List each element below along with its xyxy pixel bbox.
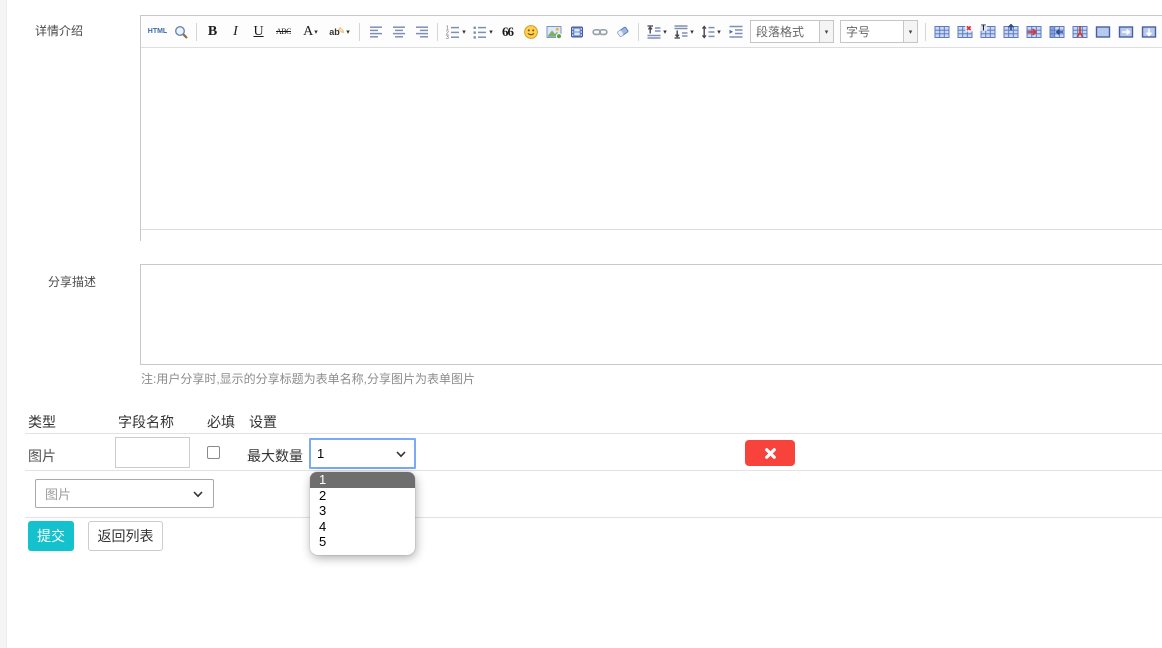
table-col-left-icon[interactable] — [1045, 20, 1068, 44]
cell-arrow-down-icon[interactable] — [1137, 20, 1160, 44]
divider — [25, 433, 1162, 434]
table-split-cell-icon[interactable] — [1068, 20, 1091, 44]
col-header-settings: 设置 — [249, 412, 277, 432]
unordered-list-icon[interactable]: ▾ — [469, 20, 496, 44]
toolbar-separator — [437, 23, 438, 41]
svg-text:T: T — [981, 24, 986, 33]
dropdown-option[interactable]: 1 — [310, 472, 415, 488]
col-header-name: 字段名称 — [118, 412, 174, 432]
detail-intro-label: 详情介绍 — [35, 22, 83, 39]
field-type-select-value: 图片 — [45, 484, 71, 503]
margin-top-icon[interactable]: ▾ — [643, 20, 670, 44]
editor-statusbar — [141, 229, 1162, 241]
margin-bottom-icon[interactable]: ▾ — [670, 20, 697, 44]
share-note: 注:用户分享时,显示的分享标题为表单名称,分享图片为表单图片 — [141, 370, 475, 387]
col-header-type: 类型 — [28, 412, 56, 432]
svg-text:3: 3 — [446, 35, 449, 40]
font-color-icon[interactable]: A▾ — [297, 20, 324, 44]
max-count-label: 最大数量 — [247, 446, 303, 466]
toolbar-separator — [359, 23, 360, 41]
editor-toolbar: HTMLBIUABCA▾ab✎▾123▾▾66▾▾▾段落格式▾字号▾T — [141, 16, 1162, 48]
field-name-input[interactable] — [115, 437, 190, 468]
back-to-list-button[interactable]: 返回列表 — [88, 521, 163, 551]
bold-icon[interactable]: B — [201, 20, 224, 44]
align-left-icon[interactable] — [364, 20, 387, 44]
editor-content-area[interactable] — [141, 48, 1162, 229]
share-desc-textarea[interactable] — [140, 264, 1162, 365]
font-size-label: 字号 — [841, 21, 903, 42]
dropdown-option[interactable]: 5 — [310, 534, 415, 550]
col-header-required: 必填 — [207, 412, 235, 432]
table-delete-icon[interactable] — [953, 20, 976, 44]
select-dropdown-popup: 12345 — [310, 472, 415, 555]
divider — [25, 517, 1162, 518]
toolbar-separator — [196, 23, 197, 41]
chevron-down-icon[interactable]: ▾ — [819, 21, 833, 42]
table-insert-icon[interactable] — [930, 20, 953, 44]
cell-full-icon[interactable] — [1091, 20, 1114, 44]
chevron-down-icon — [193, 491, 203, 498]
preview-icon[interactable] — [169, 20, 192, 44]
page: 详情介绍 HTMLBIUABCA▾ab✎▾123▾▾66▾▾▾段落格式▾字号▾T… — [0, 0, 1162, 648]
max-count-select[interactable]: 1 — [309, 438, 416, 469]
required-checkbox[interactable] — [207, 446, 220, 459]
paragraph-format-label: 段落格式 — [751, 21, 819, 42]
underline-icon[interactable]: U — [247, 20, 270, 44]
dropdown-option[interactable]: 4 — [310, 519, 415, 535]
font-size-combobox[interactable]: 字号▾ — [840, 20, 918, 43]
field-type-select[interactable]: 图片 — [35, 479, 214, 508]
dropdown-option[interactable]: 2 — [310, 488, 415, 504]
highlight-color-icon[interactable]: ab✎▾ — [324, 20, 355, 44]
share-desc-label: 分享描述 — [48, 273, 96, 290]
image-icon[interactable] — [542, 20, 565, 44]
media-icon[interactable] — [565, 20, 588, 44]
chevron-down-icon[interactable]: ▾ — [903, 21, 917, 42]
strikethrough-icon[interactable]: ABC — [270, 20, 297, 44]
ordered-list-icon[interactable]: 123▾ — [442, 20, 469, 44]
table-pin-top-icon[interactable] — [999, 20, 1022, 44]
align-center-icon[interactable] — [387, 20, 410, 44]
blockquote-icon[interactable]: 66 — [496, 20, 519, 44]
indent-icon[interactable] — [724, 20, 747, 44]
cell-arrow-right-icon[interactable] — [1114, 20, 1137, 44]
table-arrow-right-icon[interactable] — [1022, 20, 1045, 44]
delete-row-button[interactable] — [745, 440, 795, 466]
delete-x-icon — [763, 446, 778, 461]
toolbar-separator — [638, 23, 639, 41]
italic-icon[interactable]: I — [224, 20, 247, 44]
line-height-icon[interactable]: ▾ — [697, 20, 724, 44]
page-left-edge — [0, 0, 7, 648]
divider — [25, 470, 1162, 471]
paragraph-format-combobox[interactable]: 段落格式▾ — [750, 20, 834, 43]
table-prop-icon[interactable]: T — [976, 20, 999, 44]
rich-text-editor: HTMLBIUABCA▾ab✎▾123▾▾66▾▾▾段落格式▾字号▾T — [140, 15, 1162, 241]
dropdown-option[interactable]: 3 — [310, 503, 415, 519]
toolbar-separator — [925, 23, 926, 41]
align-right-icon[interactable] — [410, 20, 433, 44]
submit-button[interactable]: 提交 — [28, 521, 74, 551]
remove-format-icon[interactable] — [611, 20, 634, 44]
max-count-select-value: 1 — [317, 446, 324, 461]
emoticon-icon[interactable] — [519, 20, 542, 44]
link-icon[interactable] — [588, 20, 611, 44]
field-type-text: 图片 — [28, 446, 56, 466]
chevron-down-icon — [396, 451, 406, 458]
html-source-icon[interactable]: HTML — [146, 20, 169, 44]
